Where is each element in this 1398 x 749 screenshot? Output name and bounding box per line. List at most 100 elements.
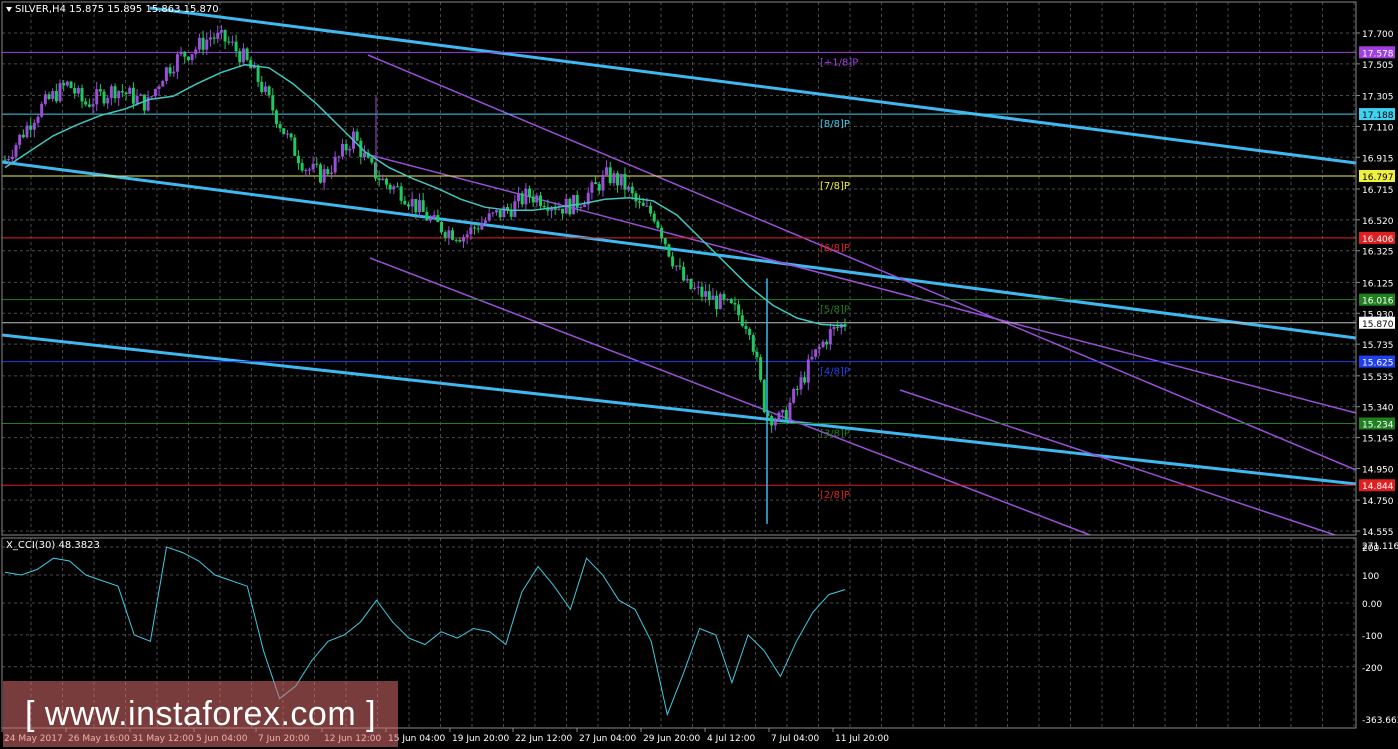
candle-body bbox=[773, 420, 777, 426]
candle-body bbox=[18, 134, 22, 145]
axes: 17.700 17.505 17.305 17.110 16.915 16.715 16.5… bbox=[1, 1, 1398, 744]
candle-body bbox=[274, 110, 278, 125]
level-label: [4/8]P bbox=[820, 367, 850, 378]
candle-body bbox=[10, 156, 14, 160]
candle-body bbox=[245, 48, 249, 60]
candle-body bbox=[531, 196, 535, 203]
candle-body bbox=[73, 88, 77, 94]
price-tag-text: 14.844 bbox=[1362, 482, 1394, 492]
candle-body bbox=[278, 124, 282, 129]
x-tick-label: 11 Jul 20:00 bbox=[835, 734, 889, 744]
candle-body bbox=[557, 208, 561, 210]
candle-body bbox=[542, 206, 546, 208]
candle-body bbox=[630, 186, 634, 194]
y-tick-label: 14.950 bbox=[1362, 465, 1394, 475]
watermark-text: [ www.instaforex.com ] bbox=[24, 694, 377, 733]
y-tick-label: 17.305 bbox=[1362, 93, 1394, 103]
candle-body bbox=[377, 178, 381, 181]
symbol-ohlc-text: SILVER,H4 15.875 15.895 15.863 15.870 bbox=[15, 4, 219, 15]
candle-body bbox=[502, 207, 506, 218]
candle-body bbox=[590, 182, 594, 193]
candle-body bbox=[62, 83, 66, 86]
y-tick-label: 17.110 bbox=[1362, 123, 1394, 133]
candle-body bbox=[337, 156, 341, 158]
candle-body bbox=[348, 148, 352, 151]
candle-body bbox=[7, 159, 11, 161]
candle-body bbox=[729, 298, 733, 304]
level-label: [3/8]P bbox=[820, 428, 850, 439]
candle-body bbox=[667, 244, 671, 257]
y-tick-label: 14.750 bbox=[1362, 497, 1394, 507]
cci-y-tick-label: -200 bbox=[1362, 664, 1383, 674]
candle-body bbox=[161, 81, 165, 87]
candle-body bbox=[740, 315, 744, 327]
candle-body bbox=[344, 143, 348, 151]
candle-body bbox=[47, 94, 51, 99]
candle-body bbox=[700, 286, 704, 297]
candle-body bbox=[241, 48, 245, 63]
x-tick-label: 29 Jun 20:00 bbox=[643, 734, 700, 744]
chart-canvas: [+1/8]P 17.578 [8/8]P 17.188 [7/8]P 16.797 [6/… bbox=[1, 1, 1398, 744]
candle-body bbox=[473, 227, 477, 229]
candle-body bbox=[260, 81, 264, 92]
x-tick-label: 27 Jun 04:00 bbox=[579, 734, 636, 744]
candle-body bbox=[759, 357, 763, 380]
candle-body bbox=[322, 169, 326, 183]
candle-body bbox=[32, 122, 36, 130]
candle-body bbox=[373, 162, 377, 179]
price-tag-text: 17.188 bbox=[1362, 111, 1394, 121]
y-tick-label: 15.340 bbox=[1362, 404, 1394, 414]
candle-body bbox=[362, 152, 366, 157]
candle-body bbox=[660, 227, 664, 239]
candle-body bbox=[205, 39, 209, 50]
y-tick-label: 17.700 bbox=[1362, 30, 1394, 40]
level-label: [5/8]P bbox=[820, 305, 850, 316]
candle-body bbox=[406, 204, 410, 207]
candle-body bbox=[315, 163, 319, 165]
candle-body bbox=[575, 194, 579, 208]
dropdown-triangle-icon[interactable] bbox=[6, 7, 12, 12]
candle-body bbox=[451, 230, 455, 240]
channel-line bbox=[149, 6, 1357, 165]
cci-y-tick-label: 0.00 bbox=[1362, 600, 1382, 610]
candle-body bbox=[381, 178, 385, 181]
candle-body bbox=[296, 155, 300, 164]
candle-body bbox=[263, 86, 267, 92]
candle-body bbox=[51, 91, 55, 99]
candle-body bbox=[370, 157, 374, 163]
candle-body bbox=[784, 409, 788, 420]
candle-body bbox=[597, 184, 601, 191]
candle-body bbox=[109, 86, 113, 98]
candle-body bbox=[623, 173, 627, 190]
candle-body bbox=[616, 173, 620, 186]
cci-y-tick-label: -100 bbox=[1362, 632, 1383, 642]
candle-body bbox=[828, 329, 832, 345]
candle-body bbox=[36, 116, 40, 123]
candle-body bbox=[124, 92, 128, 95]
candle-body bbox=[230, 41, 234, 43]
y-tick-label: 16.125 bbox=[1362, 279, 1394, 289]
candle-body bbox=[718, 294, 722, 310]
candle-body bbox=[135, 95, 139, 104]
candle-body bbox=[726, 298, 730, 300]
candle-body bbox=[392, 186, 396, 190]
candle-body bbox=[168, 67, 172, 74]
candle-body bbox=[817, 347, 821, 350]
candle-body bbox=[186, 56, 190, 61]
murrey-levels: [+1/8]P 17.578 [8/8]P 17.188 [7/8]P 16.797 [6/… bbox=[2, 46, 1395, 501]
candle-body bbox=[480, 223, 484, 230]
candle-body bbox=[40, 103, 44, 117]
candle-body bbox=[326, 169, 330, 174]
candle-body bbox=[113, 86, 117, 99]
symbol-label: SILVER,H4 15.875 15.895 15.863 15.870 bbox=[6, 4, 219, 15]
candle-body bbox=[825, 341, 829, 345]
candle-body bbox=[810, 356, 814, 360]
candle-body bbox=[594, 182, 598, 185]
candle-body bbox=[234, 41, 238, 52]
candle-body bbox=[795, 388, 799, 390]
main-panel-border bbox=[1, 1, 1357, 536]
candle-body bbox=[318, 164, 322, 183]
candle-body bbox=[803, 377, 807, 383]
candle-body bbox=[157, 86, 161, 89]
candle-body bbox=[131, 87, 135, 104]
